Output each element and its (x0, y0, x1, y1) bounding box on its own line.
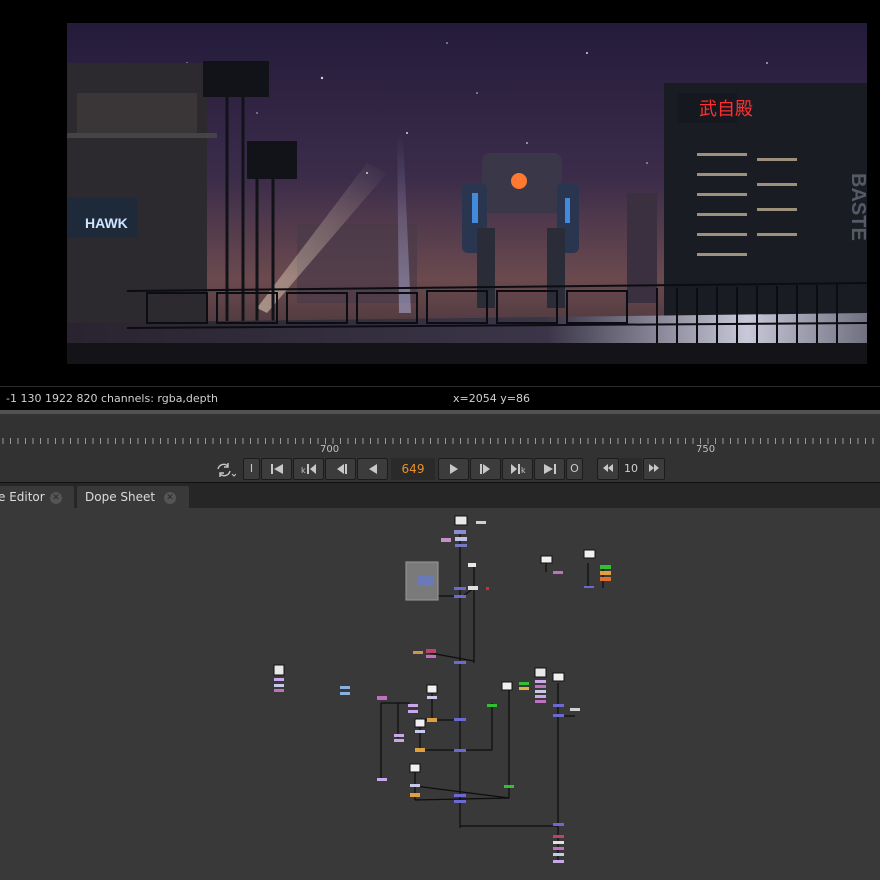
frame-increment-field[interactable]: 10 (620, 458, 642, 480)
close-icon[interactable]: ✕ (164, 492, 176, 504)
tab-dope-sheet[interactable]: Dope Sheet ✕ (77, 486, 189, 509)
increment-icon[interactable] (643, 458, 665, 480)
viewer-image[interactable]: HAWK 武自殿 BASTE (67, 23, 867, 364)
node-graph[interactable] (0, 508, 880, 880)
set-in-point-button[interactable]: I (243, 458, 260, 480)
previous-keyframe-icon[interactable]: k (293, 458, 324, 480)
play-forward-icon[interactable] (438, 458, 469, 480)
transport-controls: I k 649 k O 10 (0, 456, 880, 482)
step-back-icon[interactable] (325, 458, 356, 480)
format-channels-info: -1 130 1922 820 channels: rgba,depth (6, 392, 218, 405)
tab-label: e Editor (0, 490, 45, 504)
set-out-point-button[interactable]: O (566, 458, 583, 480)
close-icon[interactable]: ✕ (50, 492, 62, 504)
frame-ruler[interactable]: 700 750 (0, 420, 880, 458)
step-forward-icon[interactable] (470, 458, 501, 480)
node-input-port (418, 576, 434, 586)
node-set[interactable] (273, 515, 611, 863)
panel-tab-bar: e Editor ✕ Dope Sheet ✕ (0, 482, 880, 509)
baste-sign: BASTE (847, 173, 867, 241)
last-frame-icon[interactable] (534, 458, 565, 480)
timeline-panel: 700 750 I k 649 k O 10 (0, 410, 880, 482)
svg-text:k: k (301, 466, 306, 475)
play-backward-icon[interactable] (357, 458, 388, 480)
first-frame-icon[interactable] (261, 458, 292, 480)
next-keyframe-icon[interactable]: k (502, 458, 533, 480)
neon-sign: 武自殿 (699, 99, 753, 120)
viewer-info-bar: -1 130 1922 820 channels: rgba,depth x=2… (0, 386, 880, 410)
nuke-window: HAWK 武自殿 BASTE -1 130 1922 820 channels:… (0, 0, 880, 880)
cursor-coordinates: x=2054 y=86 (453, 392, 530, 405)
tab-curve-editor[interactable]: e Editor ✕ (0, 486, 74, 509)
node-graph-canvas[interactable] (0, 508, 880, 880)
viewer-panel[interactable]: HAWK 武自殿 BASTE (0, 0, 880, 386)
svg-text:k: k (521, 466, 526, 475)
tick-label-750: 750 (696, 444, 716, 455)
tab-label: Dope Sheet (85, 490, 156, 504)
loop-mode-icon[interactable] (214, 460, 237, 480)
tick-label-700: 700 (320, 444, 340, 455)
hawk-sign: HAWK (85, 215, 128, 231)
current-frame-field[interactable]: 649 (391, 458, 435, 480)
decrement-icon[interactable] (597, 458, 619, 480)
